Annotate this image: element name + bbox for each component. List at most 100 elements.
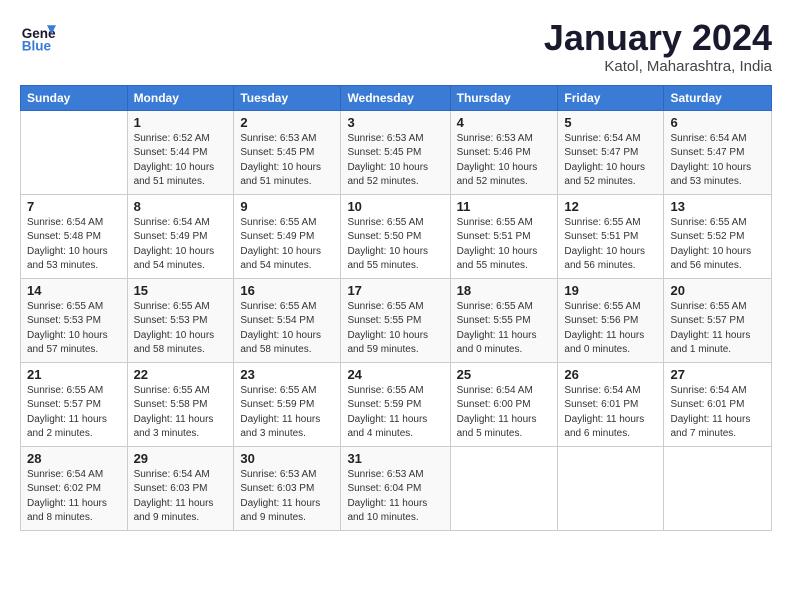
day-number: 20: [670, 283, 765, 298]
day-number: 17: [347, 283, 443, 298]
day-number: 21: [27, 367, 121, 382]
day-number: 28: [27, 451, 121, 466]
table-row: 13Sunrise: 6:55 AMSunset: 5:52 PMDayligh…: [664, 194, 772, 278]
day-number: 13: [670, 199, 765, 214]
day-info: Sunrise: 6:55 AMSunset: 5:56 PMDaylight:…: [564, 300, 657, 358]
table-row: 24 Sunrise: 6:55 AMSunset: 5:59 PMDayligh…: [341, 362, 450, 446]
day-info: Sunrise: 6:53 AMSunset: 6:04 PMDaylight:…: [347, 468, 443, 526]
day-info: Sunrise: 6:55 AMSunset: 5:59 PMDaylight:…: [240, 384, 334, 442]
week-row-5: 28 Sunrise: 6:54 AMSunset: 6:02 PMDayligh…: [21, 446, 772, 530]
table-row: 2 Sunrise: 6:53 AMSunset: 5:45 PMDaylight…: [234, 110, 341, 194]
day-number: 26: [564, 367, 657, 382]
day-info: Sunrise: 6:54 AMSunset: 6:02 PMDaylight:…: [27, 468, 121, 526]
day-number: 5: [564, 115, 657, 130]
day-info: Sunrise: 6:54 AMSunset: 5:47 PMDaylight:…: [670, 132, 765, 190]
day-number: 8: [134, 199, 228, 214]
day-number: 31: [347, 451, 443, 466]
day-info: Sunrise: 6:54 AMSunset: 6:00 PMDaylight:…: [457, 384, 552, 442]
table-row: 23 Sunrise: 6:55 AMSunset: 5:59 PMDayligh…: [234, 362, 341, 446]
table-row: 15 Sunrise: 6:55 AMSunset: 5:53 PMDayligh…: [127, 278, 234, 362]
col-wednesday: Wednesday: [341, 85, 450, 110]
day-number: 22: [134, 367, 228, 382]
day-number: 2: [240, 115, 334, 130]
day-info: Sunrise: 6:55 AMSunset: 5:49 PMDaylight:…: [240, 216, 334, 274]
table-row: 9 Sunrise: 6:55 AMSunset: 5:49 PMDaylight…: [234, 194, 341, 278]
day-number: 29: [134, 451, 228, 466]
table-row: [558, 446, 664, 530]
day-info: Sunrise: 6:55 AMSunset: 5:53 PMDaylight:…: [134, 300, 228, 358]
day-info: Sunrise: 6:55 AMSunset: 5:55 PMDaylight:…: [457, 300, 552, 358]
table-row: 17 Sunrise: 6:55 AMSunset: 5:55 PMDayligh…: [341, 278, 450, 362]
week-row-2: 7 Sunrise: 6:54 AMSunset: 5:48 PMDaylight…: [21, 194, 772, 278]
table-row: 1 Sunrise: 6:52 AMSunset: 5:44 PMDaylight…: [127, 110, 234, 194]
table-row: 31 Sunrise: 6:53 AMSunset: 6:04 PMDayligh…: [341, 446, 450, 530]
day-number: 18: [457, 283, 552, 298]
col-saturday: Saturday: [664, 85, 772, 110]
day-info: Sunrise: 6:54 AMSunset: 5:49 PMDaylight:…: [134, 216, 228, 274]
day-info: Sunrise: 6:54 AMSunset: 6:03 PMDaylight:…: [134, 468, 228, 526]
day-info: Sunrise: 6:54 AMSunset: 5:48 PMDaylight:…: [27, 216, 121, 274]
day-number: 1: [134, 115, 228, 130]
day-info: Sunrise: 6:55 AMSunset: 5:55 PMDaylight:…: [347, 300, 443, 358]
table-row: 11Sunrise: 6:55 AMSunset: 5:51 PMDayligh…: [450, 194, 558, 278]
month-title: January 2024: [544, 18, 772, 58]
day-number: 7: [27, 199, 121, 214]
col-tuesday: Tuesday: [234, 85, 341, 110]
day-number: 23: [240, 367, 334, 382]
day-info: Sunrise: 6:53 AMSunset: 5:46 PMDaylight:…: [457, 132, 552, 190]
col-monday: Monday: [127, 85, 234, 110]
table-row: 29 Sunrise: 6:54 AMSunset: 6:03 PMDayligh…: [127, 446, 234, 530]
day-info: Sunrise: 6:55 AMSunset: 5:51 PMDaylight:…: [564, 216, 657, 274]
day-number: 6: [670, 115, 765, 130]
day-info: Sunrise: 6:55 AMSunset: 5:59 PMDaylight:…: [347, 384, 443, 442]
table-row: 3 Sunrise: 6:53 AMSunset: 5:45 PMDaylight…: [341, 110, 450, 194]
table-row: 22Sunrise: 6:55 AMSunset: 5:58 PMDayligh…: [127, 362, 234, 446]
day-info: Sunrise: 6:55 AMSunset: 5:53 PMDaylight:…: [27, 300, 121, 358]
day-info: Sunrise: 6:54 AMSunset: 5:47 PMDaylight:…: [564, 132, 657, 190]
table-row: 27 Sunrise: 6:54 AMSunset: 6:01 PMDayligh…: [664, 362, 772, 446]
day-number: 14: [27, 283, 121, 298]
day-number: 24: [347, 367, 443, 382]
table-row: 7 Sunrise: 6:54 AMSunset: 5:48 PMDaylight…: [21, 194, 128, 278]
table-row: 6 Sunrise: 6:54 AMSunset: 5:47 PMDaylight…: [664, 110, 772, 194]
week-row-3: 14 Sunrise: 6:55 AMSunset: 5:53 PMDayligh…: [21, 278, 772, 362]
day-number: 25: [457, 367, 552, 382]
day-info: Sunrise: 6:55 AMSunset: 5:50 PMDaylight:…: [347, 216, 443, 274]
table-row: 14 Sunrise: 6:55 AMSunset: 5:53 PMDayligh…: [21, 278, 128, 362]
day-number: 19: [564, 283, 657, 298]
day-number: 12: [564, 199, 657, 214]
table-row: 10Sunrise: 6:55 AMSunset: 5:50 PMDayligh…: [341, 194, 450, 278]
table-row: [21, 110, 128, 194]
table-row: 5 Sunrise: 6:54 AMSunset: 5:47 PMDaylight…: [558, 110, 664, 194]
day-number: 27: [670, 367, 765, 382]
table-row: 30Sunrise: 6:53 AMSunset: 6:03 PMDayligh…: [234, 446, 341, 530]
header: General Blue January 2024 Katol, Maharas…: [20, 18, 772, 75]
table-row: [664, 446, 772, 530]
day-number: 11: [457, 199, 552, 214]
table-row: 25 Sunrise: 6:54 AMSunset: 6:00 PMDayligh…: [450, 362, 558, 446]
location: Katol, Maharashtra, India: [544, 58, 772, 75]
header-row: Sunday Monday Tuesday Wednesday Thursday…: [21, 85, 772, 110]
week-row-1: 1 Sunrise: 6:52 AMSunset: 5:44 PMDaylight…: [21, 110, 772, 194]
day-info: Sunrise: 6:53 AMSunset: 5:45 PMDaylight:…: [347, 132, 443, 190]
page: General Blue January 2024 Katol, Maharas…: [0, 0, 792, 541]
day-number: 15: [134, 283, 228, 298]
day-info: Sunrise: 6:54 AMSunset: 6:01 PMDaylight:…: [670, 384, 765, 442]
day-number: 9: [240, 199, 334, 214]
day-number: 4: [457, 115, 552, 130]
table-row: 18 Sunrise: 6:55 AMSunset: 5:55 PMDayligh…: [450, 278, 558, 362]
table-row: 28 Sunrise: 6:54 AMSunset: 6:02 PMDayligh…: [21, 446, 128, 530]
day-info: Sunrise: 6:53 AMSunset: 5:45 PMDaylight:…: [240, 132, 334, 190]
col-thursday: Thursday: [450, 85, 558, 110]
table-row: 26 Sunrise: 6:54 AMSunset: 6:01 PMDayligh…: [558, 362, 664, 446]
logo: General Blue: [20, 18, 56, 54]
day-info: Sunrise: 6:52 AMSunset: 5:44 PMDaylight:…: [134, 132, 228, 190]
week-row-4: 21Sunrise: 6:55 AMSunset: 5:57 PMDayligh…: [21, 362, 772, 446]
calendar-table: Sunday Monday Tuesday Wednesday Thursday…: [20, 85, 772, 531]
day-info: Sunrise: 6:53 AMSunset: 6:03 PMDaylight:…: [240, 468, 334, 526]
day-info: Sunrise: 6:54 AMSunset: 6:01 PMDaylight:…: [564, 384, 657, 442]
svg-text:Blue: Blue: [22, 38, 52, 53]
day-number: 16: [240, 283, 334, 298]
table-row: [450, 446, 558, 530]
day-number: 3: [347, 115, 443, 130]
